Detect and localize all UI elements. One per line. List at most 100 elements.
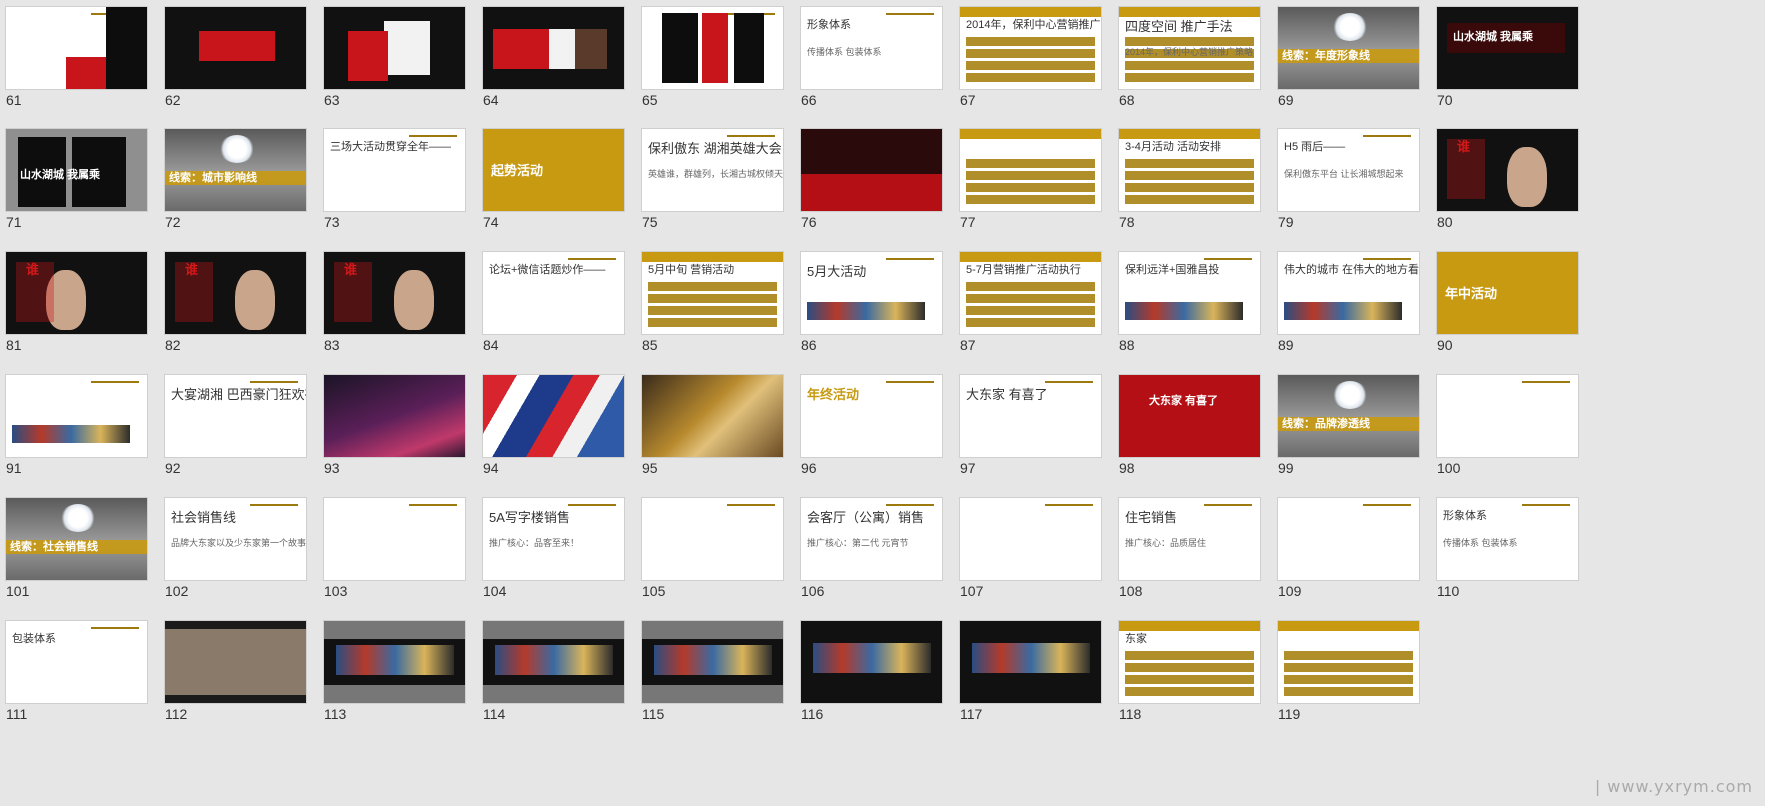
slide-thumbnail[interactable]: 山水湖城 我属乘 xyxy=(5,128,148,212)
slide-thumbnail[interactable] xyxy=(164,620,307,704)
slide-number: 88 xyxy=(1119,337,1135,353)
slide-thumbnail[interactable] xyxy=(323,374,466,458)
gold-rule-decoration xyxy=(1522,504,1570,506)
slide-thumbnail[interactable]: 保利傲东 湖湘英雄大会 英雄谁，群雄列，长湘古城权倾天下 xyxy=(641,128,784,212)
slide-thumbnail[interactable]: 东家 xyxy=(1118,620,1261,704)
slide-thumbnail[interactable]: H5 雨后—— 保利傲东平台 让长湘城想起来 xyxy=(1277,128,1420,212)
slide-thumbnail[interactable]: 包装体系 xyxy=(5,620,148,704)
slide-thumbnail[interactable]: 论坛+微信话题炒作—— xyxy=(482,251,625,335)
slide-cell: 形象体系 传播体系 包装体系 110 xyxy=(1431,491,1610,629)
slide-thumbnail[interactable]: 线索：社会销售线 xyxy=(5,497,148,581)
title-bar xyxy=(1119,129,1260,139)
slide-thumbnail[interactable] xyxy=(641,6,784,90)
slide-number: 99 xyxy=(1278,460,1294,476)
slide-thumbnail[interactable] xyxy=(482,620,625,704)
slide-thumbnail[interactable]: 会客厅（公寓）销售 推广核心：第二代 元宵节 xyxy=(800,497,943,581)
slide-subtitle: 推广核心：第二代 元宵节 xyxy=(807,538,909,548)
slide-number: 81 xyxy=(6,337,22,353)
slide-title: 形象体系 xyxy=(807,19,851,31)
slide-thumbnail[interactable]: 形象体系 传播体系 包装体系 xyxy=(800,6,943,90)
slide-number: 61 xyxy=(6,92,22,108)
slide-number: 97 xyxy=(960,460,976,476)
slide-thumbnail[interactable]: 2014年，保利中心营销推广方案 xyxy=(959,6,1102,90)
gold-rule-decoration xyxy=(409,504,457,506)
slide-thumbnail[interactable]: 住宅销售 推广核心：品质居住 xyxy=(1118,497,1261,581)
slide-thumbnail[interactable]: 5-7月营销推广活动执行 xyxy=(959,251,1102,335)
slide-number: 72 xyxy=(165,214,181,230)
slide-thumbnail[interactable] xyxy=(5,6,148,90)
slide-thumbnail[interactable] xyxy=(959,497,1102,581)
slide-thumbnail[interactable]: 四度空间 推广手法 2014年，保利中心营销推广策略 xyxy=(1118,6,1261,90)
slide-thumbnail[interactable]: 年中活动 xyxy=(1436,251,1579,335)
slide-cell: 保利远洋+国雅昌投 88 xyxy=(1113,245,1292,383)
slide-thumbnail[interactable] xyxy=(959,128,1102,212)
slide-thumbnail[interactable] xyxy=(641,374,784,458)
slide-cell: 大宴湖湘 巴西豪门狂欢夜 92 xyxy=(159,368,338,506)
slide-thumbnail[interactable]: 保利远洋+国雅昌投 xyxy=(1118,251,1261,335)
slide-thumbnail[interactable] xyxy=(164,6,307,90)
slide-thumbnail[interactable]: 5月大活动 xyxy=(800,251,943,335)
slide-thumbnail[interactable] xyxy=(1277,497,1420,581)
slide-thumbnail[interactable]: 线索：年度形象线 xyxy=(1277,6,1420,90)
slide-thumbnail[interactable]: 大东家 有喜了 xyxy=(1118,374,1261,458)
slide-thumbnail[interactable] xyxy=(641,497,784,581)
slide-number: 86 xyxy=(801,337,817,353)
content-row xyxy=(966,159,1095,168)
slide-thumbnail[interactable] xyxy=(5,374,148,458)
slide-thumbnail[interactable]: 大宴湖湘 巴西豪门狂欢夜 xyxy=(164,374,307,458)
slide-thumbnail[interactable] xyxy=(800,620,943,704)
slide-thumbnail[interactable]: 起势活动 xyxy=(482,128,625,212)
content-row xyxy=(966,49,1095,58)
slide-thumbnail[interactable] xyxy=(323,620,466,704)
slide-thumbnail[interactable]: 大东家 有喜了 xyxy=(959,374,1102,458)
slide-title: 三场大活动贯穿全年—— xyxy=(330,141,451,153)
slide-thumbnail[interactable]: 谁 xyxy=(164,251,307,335)
slide-thumbnail[interactable]: 谁 xyxy=(1436,128,1579,212)
slide-thumbnail[interactable]: 形象体系 传播体系 包装体系 xyxy=(1436,497,1579,581)
slide-title: 大东家 有喜了 xyxy=(1149,395,1219,407)
slide-number: 70 xyxy=(1437,92,1453,108)
slide-cell: 76 xyxy=(795,122,974,260)
content-row xyxy=(648,294,777,303)
slide-title: 起势活动 xyxy=(491,163,544,178)
slide-cell: 会客厅（公寓）销售 推广核心：第二代 元宵节 106 xyxy=(795,491,974,629)
slide-thumbnail[interactable] xyxy=(482,6,625,90)
slide-thumbnail[interactable]: 线索：城市影响线 xyxy=(164,128,307,212)
slide-title: 5A写字楼销售 xyxy=(489,510,570,525)
slide-thumbnail[interactable] xyxy=(323,6,466,90)
slide-thumbnail[interactable] xyxy=(1277,620,1420,704)
slide-thumbnail[interactable] xyxy=(482,374,625,458)
slide-thumbnail[interactable]: 5A写字楼销售 推广核心：品客至来！ xyxy=(482,497,625,581)
slide-subtitle: 推广核心：品质居住 xyxy=(1125,538,1207,548)
slide-thumbnail[interactable]: 5月中旬 营销活动 xyxy=(641,251,784,335)
content-row xyxy=(1125,159,1254,168)
slide-thumbnail[interactable] xyxy=(323,497,466,581)
slide-number: 63 xyxy=(324,92,340,108)
slide-thumbnail[interactable] xyxy=(800,128,943,212)
slide-number: 103 xyxy=(324,583,348,599)
slide-thumbnail[interactable]: 伟大的城市 在伟大的地方看世界 xyxy=(1277,251,1420,335)
content-row xyxy=(1125,37,1254,46)
red-envelope xyxy=(199,31,275,61)
slide-number: 89 xyxy=(1278,337,1294,353)
slide-thumbnail[interactable] xyxy=(641,620,784,704)
slide-thumbnail[interactable]: 年终活动 xyxy=(800,374,943,458)
slide-thumbnail[interactable]: 谁 xyxy=(323,251,466,335)
slide-number: 67 xyxy=(960,92,976,108)
photo-row xyxy=(12,425,130,443)
slide-thumbnail[interactable]: 线索：品牌渗透线 xyxy=(1277,374,1420,458)
slide-thumbnail[interactable]: 山水湖城 我属乘 xyxy=(1436,6,1579,90)
slide-thumbnail[interactable] xyxy=(959,620,1102,704)
slide-subtitle: 保利傲东平台 让长湘城想起来 xyxy=(1284,169,1404,179)
slide-thumbnail[interactable]: 社会销售线品牌大东家以及少东家第一个故事—— xyxy=(164,497,307,581)
slide-thumbnail[interactable]: 三场大活动贯穿全年—— xyxy=(323,128,466,212)
slide-thumbnail[interactable] xyxy=(1436,374,1579,458)
slide-thumbnail[interactable]: 谁 xyxy=(5,251,148,335)
gold-rule-decoration xyxy=(1045,381,1093,383)
slide-title: 线索：社会销售线 xyxy=(10,541,98,553)
slide-number: 115 xyxy=(642,706,665,722)
slide-thumbnail[interactable]: 3-4月活动 活动安排 xyxy=(1118,128,1261,212)
content-row xyxy=(1125,183,1254,192)
slide-title: 线索：品牌渗透线 xyxy=(1282,418,1370,430)
slide-number: 80 xyxy=(1437,214,1453,230)
